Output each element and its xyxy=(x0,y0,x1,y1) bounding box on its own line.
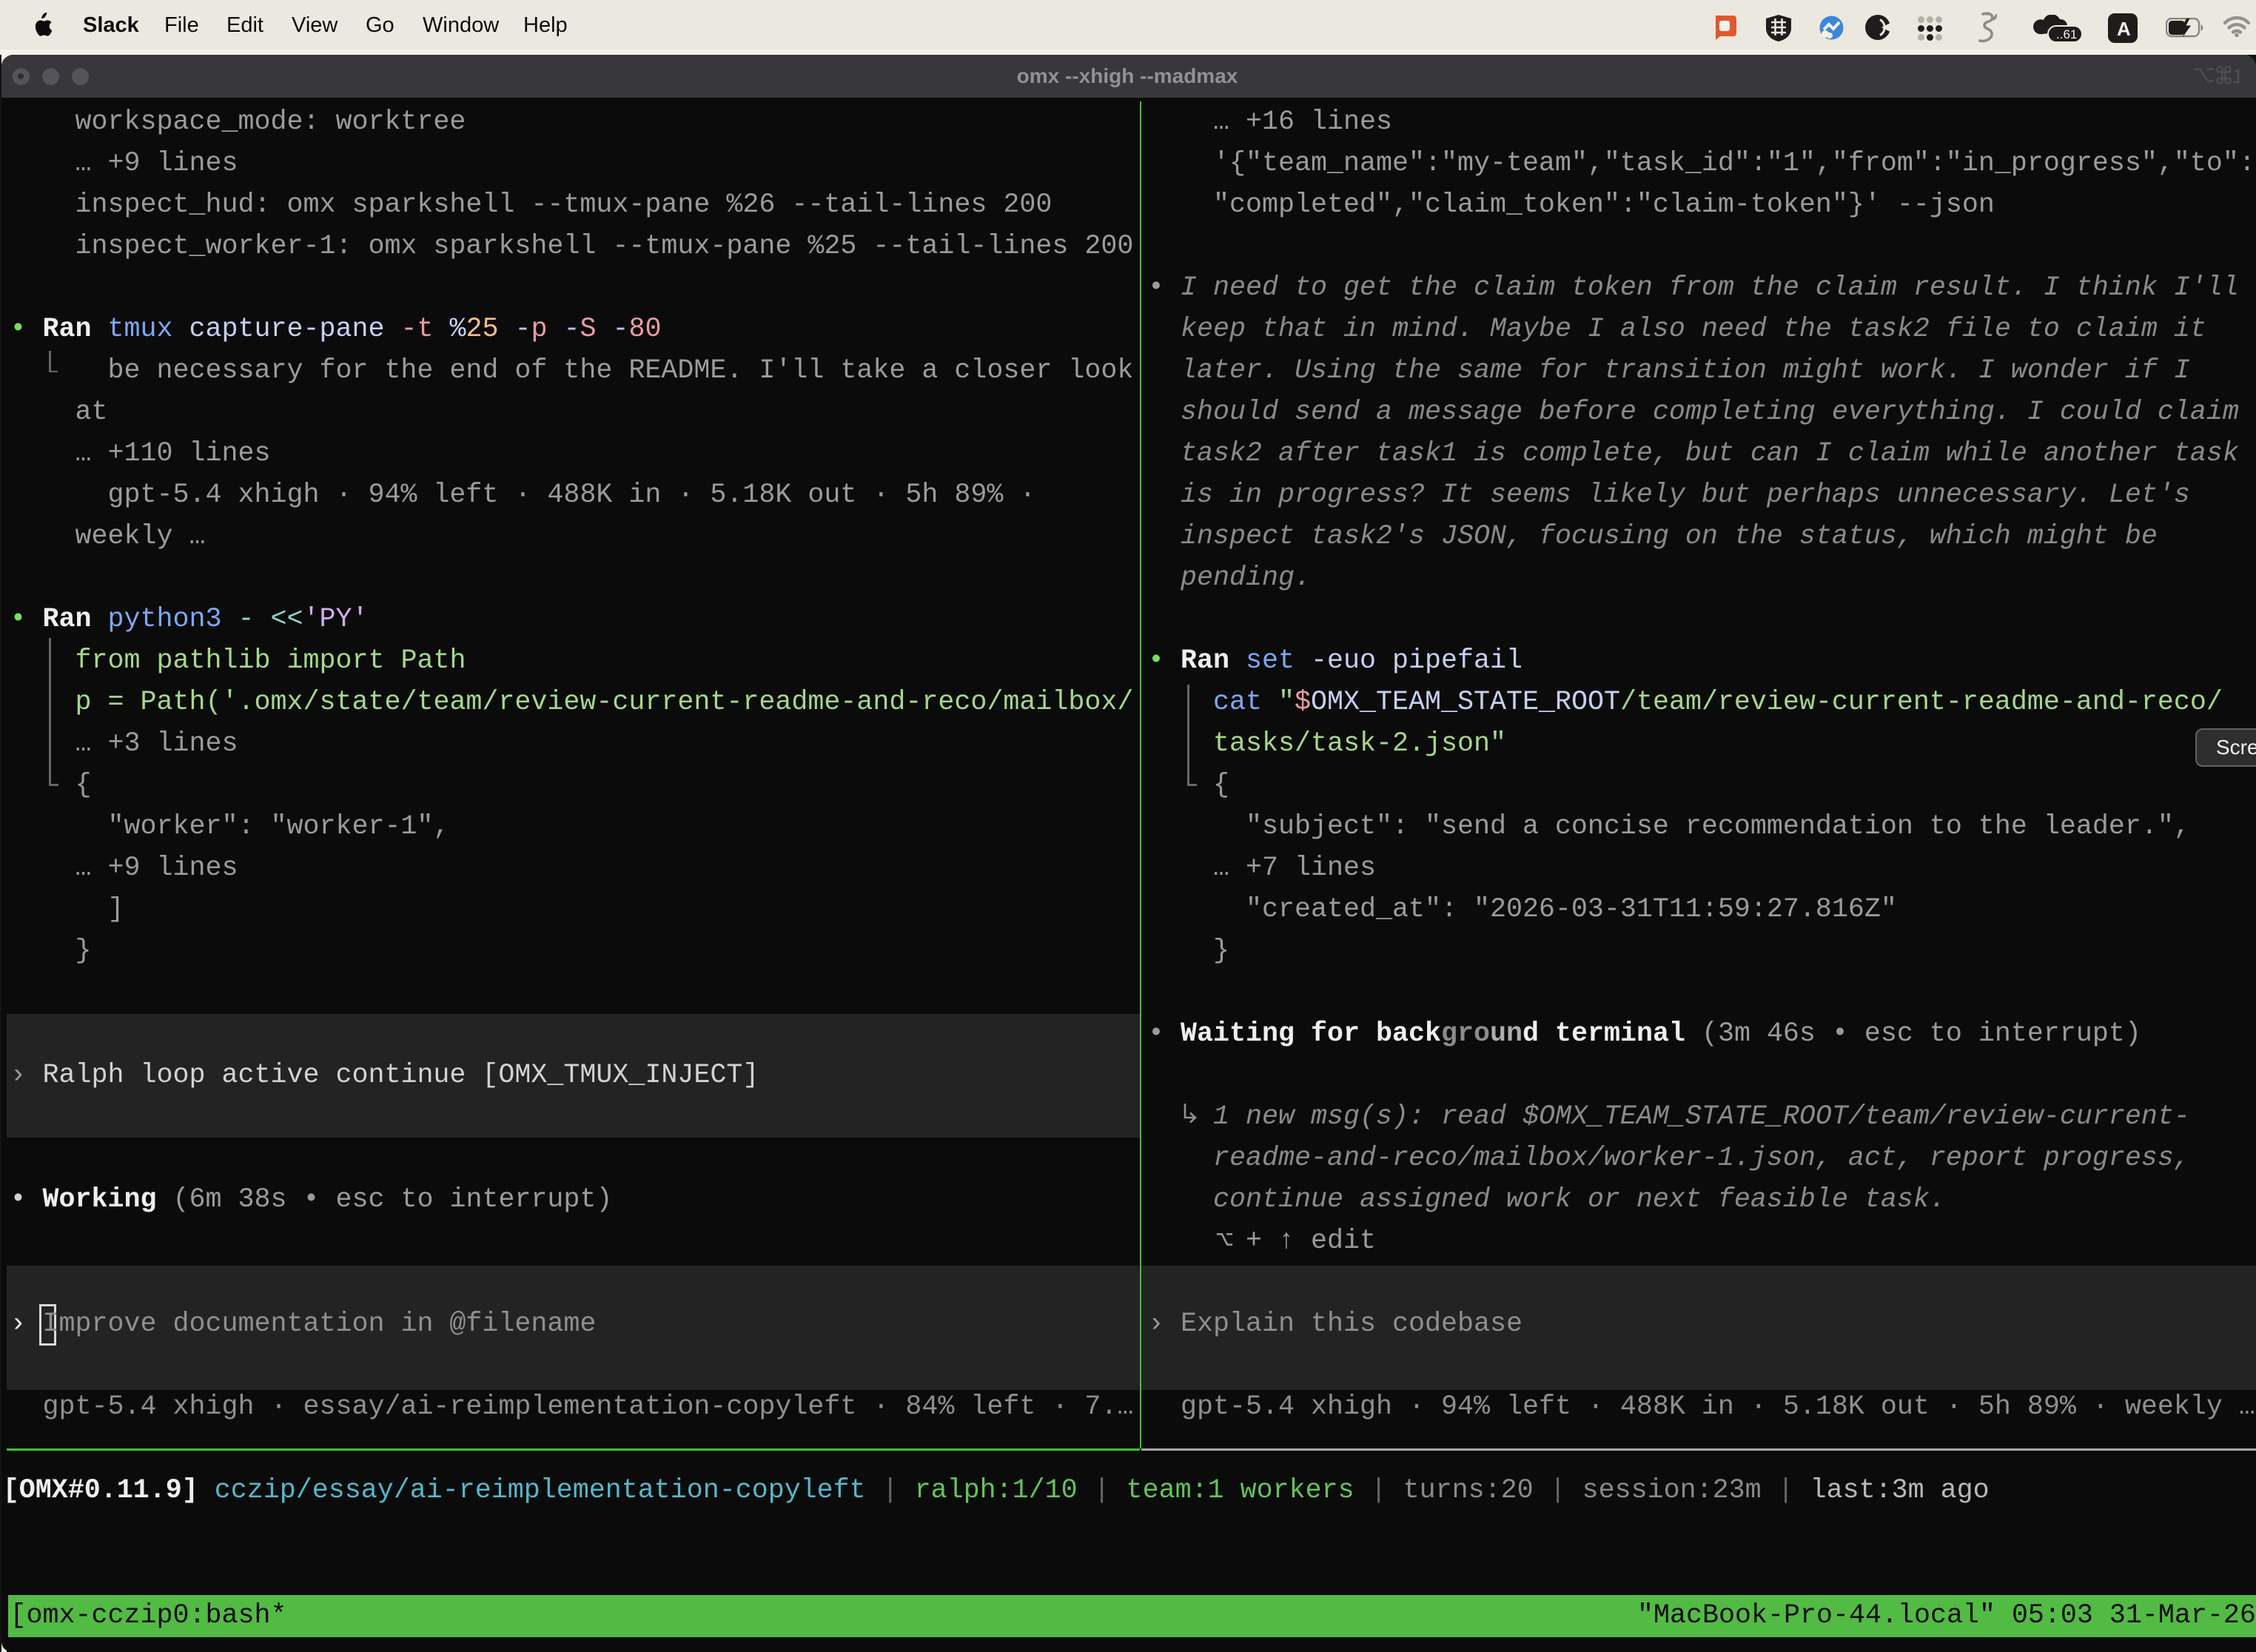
svg-text:..61: ..61 xyxy=(2056,27,2077,41)
svg-text:1: 1 xyxy=(2232,65,2240,86)
svg-text:A: A xyxy=(2117,18,2131,40)
